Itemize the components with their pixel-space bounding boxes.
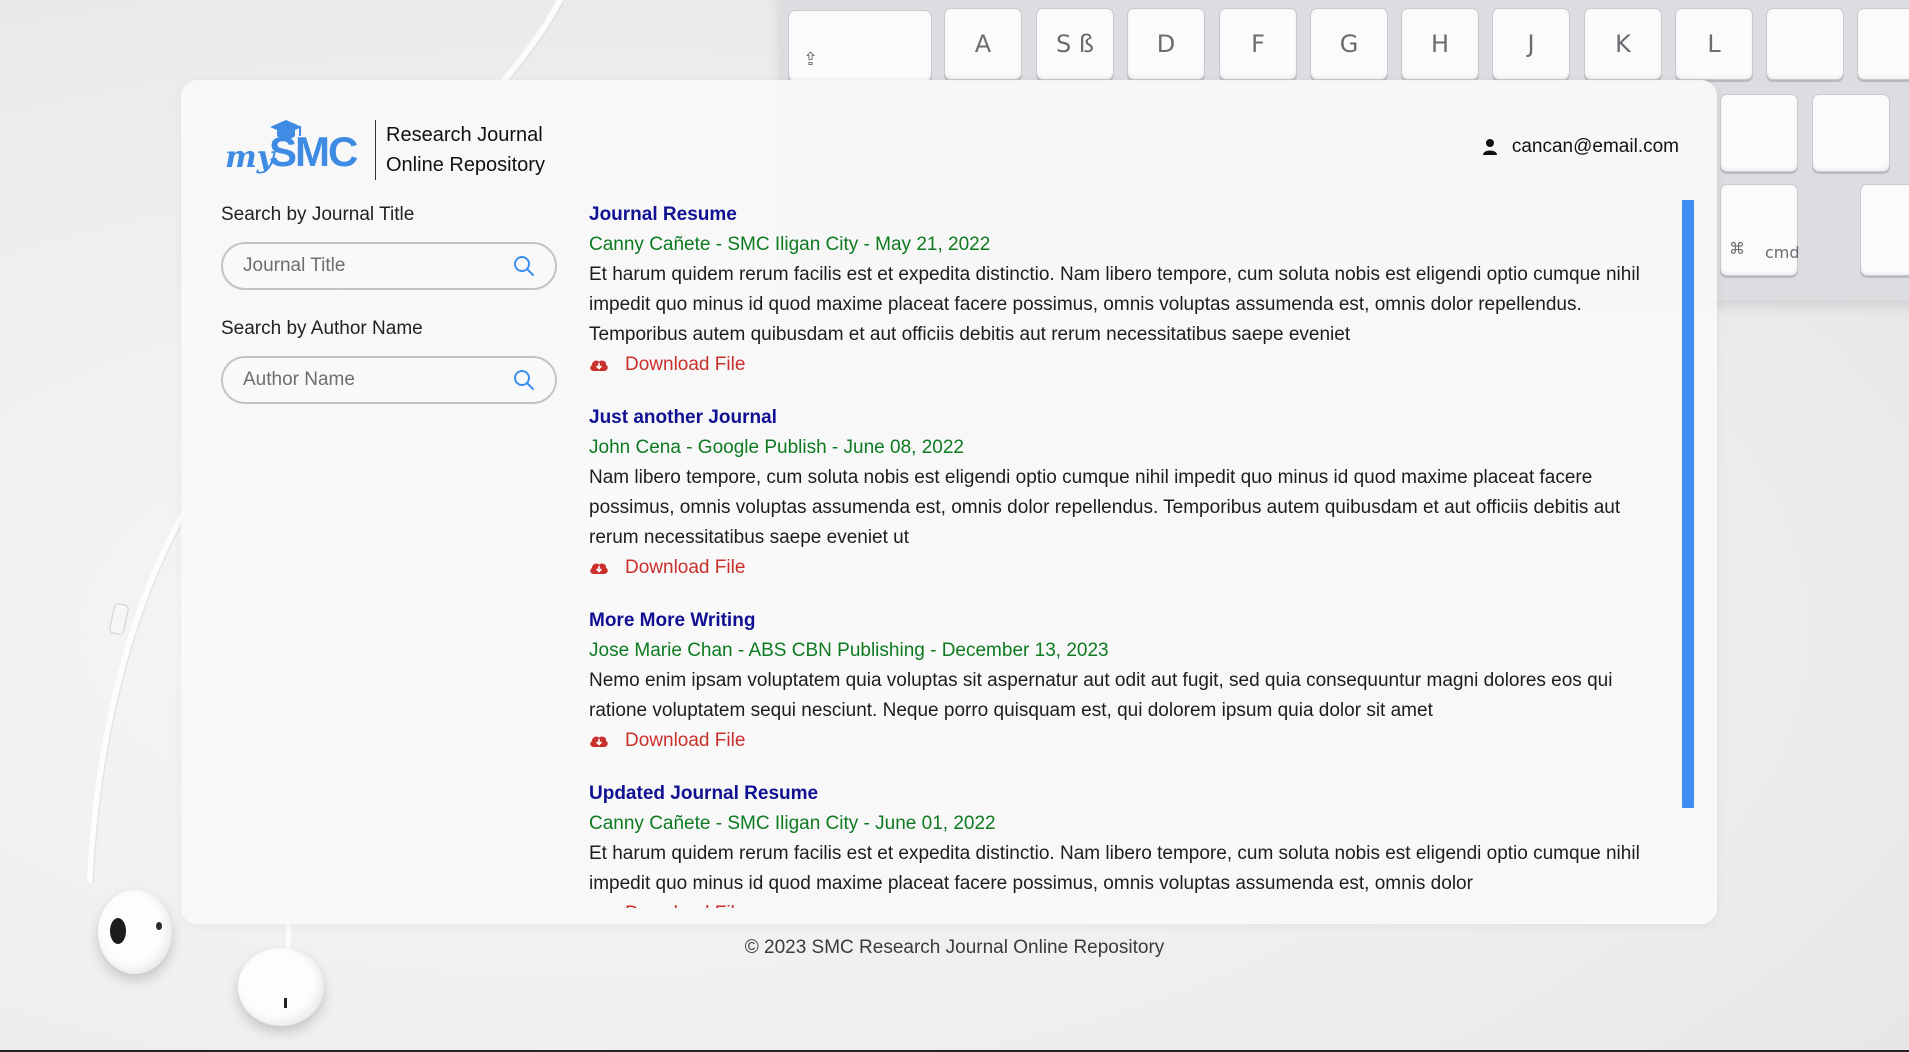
- journal-item: More More Writing Jose Marie Chan - ABS …: [589, 606, 1669, 756]
- cloud-download-icon: [590, 360, 608, 371]
- journal-item: Updated Journal Resume Canny Cañete - SM…: [589, 779, 1669, 908]
- keyboard-key: F: [1219, 8, 1297, 80]
- keyboard-key: A: [944, 8, 1022, 80]
- journal-meta: Canny Cañete - SMC Iligan City - May 21,…: [589, 234, 991, 255]
- journal-title-link[interactable]: Updated Journal Resume: [589, 779, 1669, 809]
- download-file-link[interactable]: Download File: [589, 726, 1669, 756]
- keyboard-key: L: [1675, 8, 1753, 80]
- mysmc-logo-mark: my SMC: [223, 118, 363, 182]
- journal-meta: Canny Cañete - SMC Iligan City - June 01…: [589, 813, 996, 834]
- download-file-label: Download File: [625, 354, 746, 375]
- download-file-link[interactable]: Download File: [589, 899, 1669, 908]
- keyboard-key: [1812, 94, 1890, 172]
- journal-abstract: Et harum quidem rerum facilis est et exp…: [589, 843, 1640, 894]
- author-name-search: [221, 356, 557, 404]
- download-file-label: Download File: [625, 730, 746, 751]
- user-email: cancan@email.com: [1511, 136, 1679, 157]
- logo-tagline-line2: Online Repository: [386, 154, 545, 176]
- user-account[interactable]: cancan@email.com: [1482, 136, 1679, 158]
- author-name-input[interactable]: [223, 368, 511, 392]
- earbud-left: [98, 890, 172, 974]
- author-name-search-label: Search by Author Name: [221, 318, 423, 339]
- search-icon[interactable]: [511, 253, 537, 279]
- journal-abstract: Nemo enim ipsam voluptatem quia voluptas…: [589, 670, 1613, 721]
- journal-title-link[interactable]: Journal Resume: [589, 200, 1669, 230]
- keyboard-key: [1860, 184, 1909, 276]
- journal-abstract: Nam libero tempore, cum soluta nobis est…: [589, 467, 1621, 548]
- journal-meta: John Cena - Google Publish - June 08, 20…: [589, 437, 964, 458]
- journal-results-list[interactable]: Journal Resume Canny Cañete - SMC Iligan…: [589, 200, 1669, 908]
- journal-title-search-label: Search by Journal Title: [221, 204, 415, 225]
- download-file-link[interactable]: Download File: [589, 553, 1669, 583]
- keyboard-key: H: [1401, 8, 1479, 80]
- site-logo[interactable]: my SMC Research Journal Online Repositor…: [223, 118, 545, 182]
- footer-copyright: © 2023 SMC Research Journal Online Repos…: [744, 937, 1165, 958]
- logo-my-text: my: [225, 140, 275, 175]
- keyboard-key: G: [1310, 8, 1388, 80]
- keyboard-key: D: [1127, 8, 1205, 80]
- keyboard-key: [1857, 8, 1909, 80]
- keyboard-key-caps: ⇪: [788, 10, 932, 82]
- keyboard-key-cmd: ⌘ cmd: [1720, 184, 1800, 276]
- keyboard-key: K: [1584, 8, 1662, 80]
- logo-tagline: Research Journal Online Repository: [386, 120, 545, 180]
- results-scrollbar[interactable]: [1682, 200, 1694, 808]
- journal-title-input[interactable]: [223, 254, 511, 278]
- cloud-download-icon: [590, 563, 608, 574]
- journal-abstract: Et harum quidem rerum facilis est et exp…: [589, 264, 1640, 345]
- journal-item: Journal Resume Canny Cañete - SMC Iligan…: [589, 200, 1669, 380]
- journal-item: Just another Journal John Cena - Google …: [589, 403, 1669, 583]
- person-icon: [1482, 139, 1497, 155]
- earbud-right: [238, 948, 324, 1026]
- logo-divider: [375, 120, 376, 180]
- download-file-label: Download File: [625, 557, 746, 578]
- journal-meta: Jose Marie Chan - ABS CBN Publishing - D…: [589, 640, 1109, 661]
- keyboard-key: [1766, 8, 1844, 80]
- cloud-download-icon: [589, 906, 609, 908]
- cloud-download-icon: [590, 736, 608, 747]
- keyboard-key: [1720, 94, 1798, 172]
- download-file-link[interactable]: Download File: [589, 350, 1669, 380]
- download-file-label: Download File: [625, 899, 745, 908]
- journal-title-link[interactable]: Just another Journal: [589, 403, 1669, 433]
- main-card: my SMC Research Journal Online Repositor…: [181, 80, 1717, 924]
- search-icon[interactable]: [511, 367, 537, 393]
- logo-tagline-line1: Research Journal: [386, 124, 543, 146]
- keyboard-key: J: [1492, 8, 1570, 80]
- logo-smc-text: SMC: [269, 128, 358, 175]
- keyboard-key: S ß: [1036, 8, 1114, 80]
- journal-title-search: [221, 242, 557, 290]
- journal-title-link[interactable]: More More Writing: [589, 606, 1669, 636]
